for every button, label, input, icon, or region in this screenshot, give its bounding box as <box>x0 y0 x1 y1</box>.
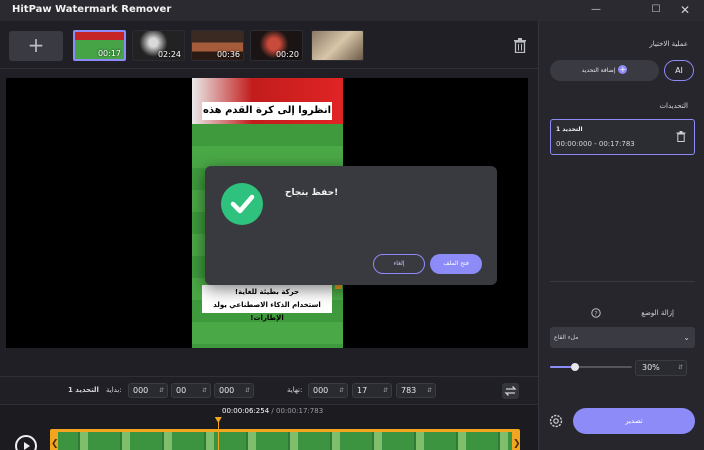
slider-knob[interactable] <box>570 363 579 371</box>
thumbnail-duration: 00:20 <box>275 50 299 59</box>
selections-title: التحديدات <box>659 102 688 110</box>
video-thumbnail-2[interactable]: 02:24 <box>132 30 185 61</box>
playhead[interactable] <box>217 418 219 450</box>
trash-icon[interactable] <box>513 38 527 53</box>
start-seconds-input[interactable]: 00 ⇵ <box>171 383 211 398</box>
maximize-button[interactable]: ☐ <box>649 3 663 17</box>
play-icon <box>24 442 30 450</box>
gear-icon[interactable] <box>548 413 564 429</box>
open-file-button[interactable]: فتح الملف <box>430 254 482 274</box>
thumbnail-duration: 00:36 <box>216 50 240 59</box>
video-thumbnail-5[interactable] <box>311 30 364 61</box>
title-bar: HitPaw Watermark Remover — ☐ ✕ <box>0 0 704 21</box>
end-ms-input[interactable]: 783 ⇵ <box>396 383 436 398</box>
selection-card-range: 00:00:000 - 00:17:783 <box>556 140 635 148</box>
video-thumbnail-4[interactable]: 00:20 <box>250 30 303 61</box>
video-thumbnail-1[interactable]: 00:17 <box>73 30 126 61</box>
save-success-dialog: حفظ بنجاح! إلغاء فتح الملف <box>205 166 497 285</box>
caption-line-1: حركة بطيئة للغاية! <box>234 288 300 296</box>
thumbnail-image <box>312 31 363 60</box>
swap-icon <box>504 386 517 396</box>
export-button[interactable]: تصدير <box>573 408 695 434</box>
main-area: + 00:17 02:24 00:36 00:20 انظروا إلى كرة… <box>0 21 538 450</box>
svg-text:?: ? <box>594 310 597 318</box>
cancel-button[interactable]: إلغاء <box>373 254 425 274</box>
video-thumbnail-3[interactable]: 00:36 <box>191 30 244 61</box>
chevron-down-icon: ⌄ <box>683 333 690 342</box>
swap-range-button[interactable] <box>502 383 519 399</box>
timeline-time: 00:00:06:254 / 00:00:17:783 <box>222 407 323 415</box>
minimize-button[interactable]: — <box>589 3 603 17</box>
mode-dropdown[interactable]: ملء القاع ⌄ <box>550 327 695 348</box>
divider <box>550 281 695 282</box>
timeline-frames <box>58 432 512 450</box>
selection-name: التحديد 1 <box>68 386 99 394</box>
selection-range-bar: التحديد 1 بداية: 000 ⇵ 00 ⇵ 000 ⇵ نهاية: 00… <box>0 376 538 403</box>
app-title: HitPaw Watermark Remover <box>12 4 172 15</box>
mode-title: إزالة الوضع <box>641 309 674 317</box>
caption-line-2: استخدام الذكاء الاصطناعي يولد الإطارات! <box>213 301 321 322</box>
add-selection-button[interactable]: إضافة التحديد + <box>550 60 659 81</box>
start-hours-input[interactable]: 000 ⇵ <box>128 383 168 398</box>
operation-title: عملية الاختيار <box>649 40 688 48</box>
end-hours-input[interactable]: 000 ⇵ <box>308 383 348 398</box>
selection-card[interactable]: التحديد 1 00:00:000 - 00:17:783 <box>550 119 695 155</box>
end-label: نهاية: <box>287 386 303 394</box>
current-time: 00:00:06:254 <box>222 407 270 415</box>
success-check-icon <box>221 183 263 225</box>
timeline: 00:00:06:254 / 00:00:17:783 ❮ ❯ <box>0 404 538 450</box>
video-thumbnail-bar: + 00:17 02:24 00:36 00:20 <box>0 21 538 69</box>
selection-card-name: التحديد 1 <box>556 126 583 133</box>
end-seconds-input[interactable]: 17 ⇵ <box>352 383 392 398</box>
add-video-button[interactable]: + <box>9 31 63 61</box>
opacity-input[interactable]: 30% ⇵ <box>635 360 687 376</box>
help-icon[interactable]: ? <box>591 308 601 318</box>
play-button[interactable] <box>15 435 37 450</box>
trim-end-handle[interactable]: ❯ <box>513 439 521 450</box>
trim-start-handle[interactable]: ❮ <box>51 439 59 450</box>
thumbnail-duration: 02:24 <box>157 50 181 59</box>
timeline-strip[interactable]: ❮ ❯ <box>50 429 521 450</box>
total-time: 00:00:17:783 <box>275 407 324 415</box>
plus-icon: + <box>618 65 628 74</box>
trash-icon[interactable] <box>676 131 686 142</box>
video-caption-top: انظروا إلى كرة القدم هذه <box>202 102 332 120</box>
start-ms-input[interactable]: 000 ⇵ <box>214 383 254 398</box>
opacity-slider[interactable] <box>550 363 632 371</box>
video-caption-bottom[interactable]: حركة بطيئة للغاية! استخدام الذكاء الاصطن… <box>202 285 332 322</box>
time-separator: / <box>269 407 276 415</box>
thumbnail-duration: 00:17 <box>97 49 121 58</box>
ai-button[interactable]: AI <box>664 60 694 81</box>
dialog-message: حفظ بنجاح! <box>285 188 339 198</box>
settings-panel: عملية الاختيار إضافة التحديد + AI التحديد… <box>538 21 704 450</box>
start-label: بداية: <box>106 386 122 394</box>
close-button[interactable]: ✕ <box>678 3 692 17</box>
